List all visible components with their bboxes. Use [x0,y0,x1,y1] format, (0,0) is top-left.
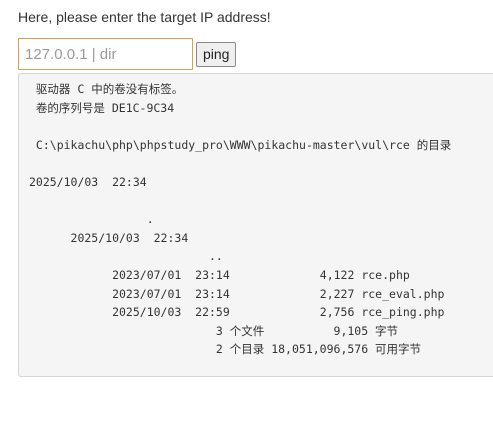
output-line: 3 个文件 9,105 字节 [29,323,399,338]
output-line: 驱动器 C 中的卷没有标签。 [29,82,184,96]
command-output: 驱动器 C 中的卷没有标签。 卷的序列号是 DE1C-9C34 C:\pikac… [18,73,493,377]
output-line: 2025/10/03 22:59 2,756 rce_ping.php [29,305,445,320]
output-line: 2023/07/01 23:14 4,122 rce.php [29,267,410,282]
output-line: 卷的序列号是 DE1C-9C34 [29,100,175,115]
output-line: . [29,212,154,227]
output-line: C:\pikachu\php\phpstudy_pro\WWW\pikachu-… [29,137,452,152]
form-prompt: Here, please enter the target IP address… [18,9,271,25]
ip-address-input[interactable] [18,38,193,70]
output-line: 2025/10/03 22:34 [29,230,189,245]
output-line: 2025/10/03 22:34 [29,174,147,189]
output-line: .. [29,249,223,264]
output-line: 2 个目录 18,051,096,576 可用字节 [29,342,422,357]
output-line: 2023/07/01 23:14 2,227 rce_eval.php [29,286,445,301]
ping-button[interactable]: ping [196,42,237,67]
